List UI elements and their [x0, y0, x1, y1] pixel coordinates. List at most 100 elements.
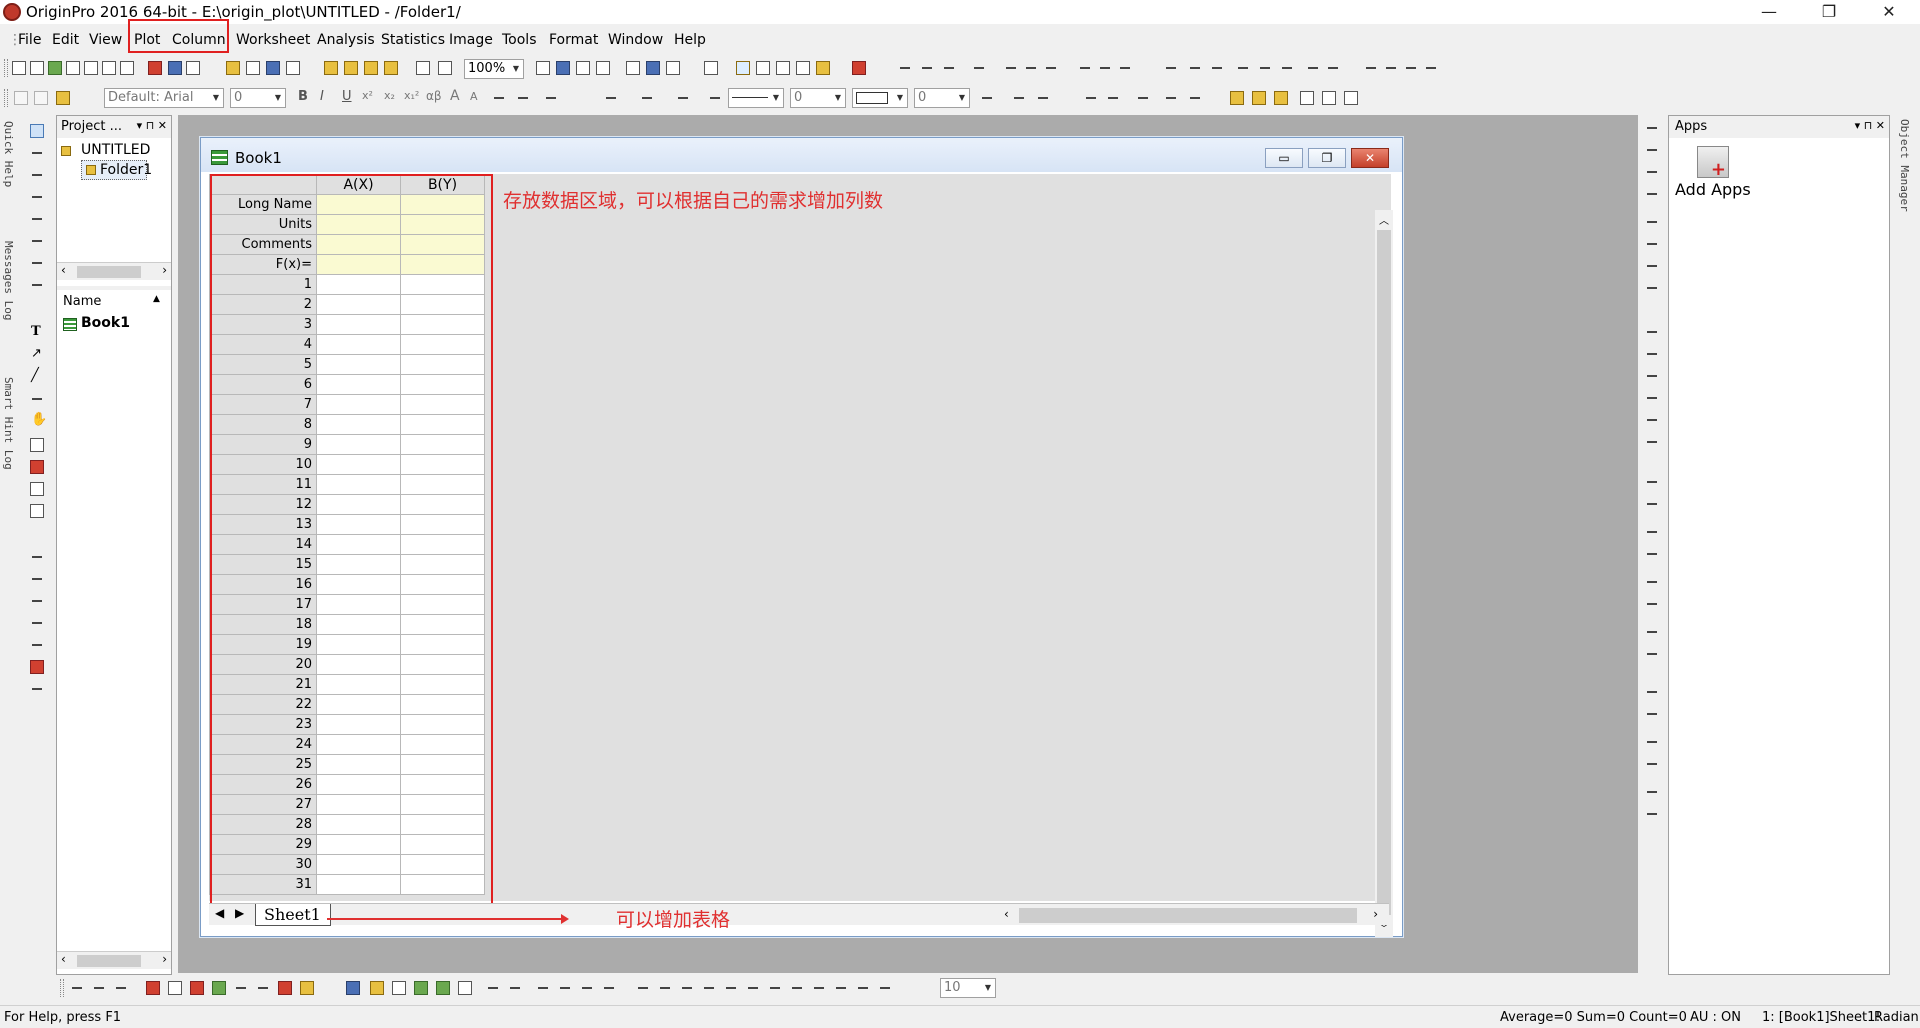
remove-filter-icon[interactable] — [1098, 61, 1112, 75]
ungroup-icon[interactable] — [1322, 91, 1336, 105]
set-x-icon[interactable] — [1164, 61, 1178, 75]
axis-style-icon[interactable] — [1645, 391, 1659, 405]
menu-window[interactable]: Window — [608, 32, 663, 48]
add-apps-icon[interactable] — [1697, 146, 1729, 180]
new-script-icon[interactable] — [186, 61, 200, 75]
move-left-icon[interactable] — [1384, 61, 1398, 75]
scroll-left-icon[interactable]: ‹ — [61, 952, 66, 966]
tool-edit-icon[interactable] — [1252, 91, 1266, 105]
view-icon[interactable] — [658, 981, 672, 995]
arrow-tool-icon[interactable]: ↗ — [31, 346, 42, 361]
bracket-icon[interactable] — [30, 616, 44, 630]
group-icon[interactable] — [1300, 91, 1314, 105]
underline-button[interactable]: U — [342, 89, 352, 104]
minimize-button[interactable]: — — [1746, 0, 1792, 24]
tab-quick-help[interactable]: Quick Help — [2, 121, 15, 187]
apps-gallery-icon[interactable] — [816, 61, 830, 75]
layout-tool-icon[interactable] — [1645, 187, 1659, 201]
view-icon[interactable] — [856, 981, 870, 995]
menu-format[interactable]: Format — [549, 32, 598, 48]
sort-icon[interactable] — [942, 61, 956, 75]
statistics-icon[interactable] — [920, 61, 934, 75]
hand-tool-icon[interactable]: ✋ — [31, 412, 47, 427]
align-tool-icon[interactable] — [1645, 575, 1659, 589]
object-tool-icon[interactable] — [1645, 807, 1659, 821]
stat-plot-icon[interactable] — [234, 981, 248, 995]
sheet-next-icon[interactable]: ▶ — [235, 906, 244, 920]
pattern-fill-icon[interactable] — [640, 91, 654, 105]
menu-image[interactable]: Image — [449, 32, 493, 48]
workbook-minimize-button[interactable]: ▭ — [1265, 148, 1303, 168]
scroll-thumb[interactable] — [77, 955, 141, 967]
refresh-icon[interactable] — [596, 61, 610, 75]
column-tool-icon[interactable] — [30, 638, 44, 652]
polar-plot-icon[interactable] — [256, 981, 270, 995]
workbook-titlebar[interactable]: Book1 ▭ ❐ ✕ — [201, 138, 1402, 172]
copy-icon[interactable] — [34, 91, 48, 105]
grid-tool-icon[interactable] — [30, 682, 44, 696]
align-tool-icon[interactable] — [1645, 625, 1659, 639]
zoom-combo[interactable]: 100% ▼ — [464, 59, 524, 79]
workbook-maximize-button[interactable]: ❐ — [1308, 148, 1346, 168]
results-log-icon[interactable] — [646, 61, 660, 75]
box-plot-icon[interactable] — [190, 981, 204, 995]
add-column-icon[interactable] — [852, 61, 866, 75]
3d-wire-icon[interactable] — [392, 981, 406, 995]
data-display-icon[interactable] — [776, 61, 790, 75]
fill-value-combo[interactable]: 0 ▼ — [914, 88, 970, 108]
new-graph-icon[interactable] — [66, 61, 80, 75]
worksheet-hscrollbar[interactable]: ‹ › — [1001, 907, 1381, 924]
sheet-tab-sheet1[interactable]: Sheet1 — [255, 904, 331, 926]
decrease-font-button[interactable]: A — [470, 90, 478, 103]
tab-object-manager[interactable]: Object Manager — [1898, 119, 1911, 212]
filter-settings-icon[interactable] — [1118, 61, 1132, 75]
scroll-left-icon[interactable]: ‹ — [61, 263, 66, 277]
subscript-button[interactable]: x₂ — [384, 89, 395, 102]
screen-reader-tool-icon[interactable] — [30, 190, 44, 204]
zoom-out-icon[interactable] — [30, 168, 44, 182]
line-plot-icon[interactable] — [70, 981, 84, 995]
save-project-icon[interactable] — [266, 61, 280, 75]
arrange-icon[interactable] — [1274, 91, 1288, 105]
data-selector-icon[interactable] — [30, 234, 44, 248]
scroll-up-icon[interactable]: ︿ — [1379, 212, 1389, 227]
new-matrix-icon[interactable] — [84, 61, 98, 75]
fill-color-icon[interactable] — [604, 91, 618, 105]
tree-folder1-selected[interactable]: Folder1 — [81, 160, 152, 180]
move-right-icon[interactable] — [1404, 61, 1418, 75]
print-icon[interactable] — [536, 61, 550, 75]
data-reader-icon[interactable] — [736, 61, 750, 75]
new-folder-icon[interactable] — [30, 61, 44, 75]
bring-front-icon[interactable] — [1344, 91, 1358, 105]
tab-messages-log[interactable]: Messages Log — [2, 241, 15, 320]
axis-style-icon[interactable] — [1645, 325, 1659, 339]
ternary-icon[interactable] — [486, 981, 500, 995]
layout-tool-icon[interactable] — [1645, 143, 1659, 157]
menu-file[interactable]: File — [18, 32, 41, 48]
axis-style-icon[interactable] — [1645, 369, 1659, 383]
layout-tool-icon[interactable] — [1645, 259, 1659, 273]
axis-style-icon[interactable] — [1645, 347, 1659, 361]
pattern-icon[interactable] — [516, 91, 530, 105]
frequency-count-icon[interactable] — [1004, 61, 1018, 75]
workbook-close-button[interactable]: ✕ — [1351, 148, 1389, 168]
view-icon[interactable] — [680, 981, 694, 995]
scroll-thumb[interactable] — [1019, 908, 1357, 923]
draw-data-icon[interactable] — [30, 278, 44, 292]
object-tool-icon[interactable] — [1645, 735, 1659, 749]
filter-icon[interactable] — [1078, 61, 1092, 75]
align-tool-icon[interactable] — [1645, 547, 1659, 561]
scroll-right-icon[interactable]: › — [162, 952, 167, 966]
disregard-icon[interactable] — [1280, 61, 1294, 75]
line-color-icon[interactable] — [676, 91, 690, 105]
pointer-icon[interactable] — [30, 124, 44, 138]
sheet-prev-icon[interactable]: ◀ — [215, 906, 224, 920]
3d-surface-icon[interactable] — [370, 981, 384, 995]
scroll-right-icon[interactable]: › — [162, 263, 167, 277]
view-icon[interactable] — [878, 981, 892, 995]
set-z-icon[interactable] — [1210, 61, 1224, 75]
menu-view[interactable]: View — [89, 32, 122, 48]
layout-tool-icon[interactable] — [1645, 281, 1659, 295]
view-icon[interactable] — [636, 981, 650, 995]
panel-controls-icon[interactable]: ▾ ⊓ ✕ — [1855, 119, 1885, 132]
